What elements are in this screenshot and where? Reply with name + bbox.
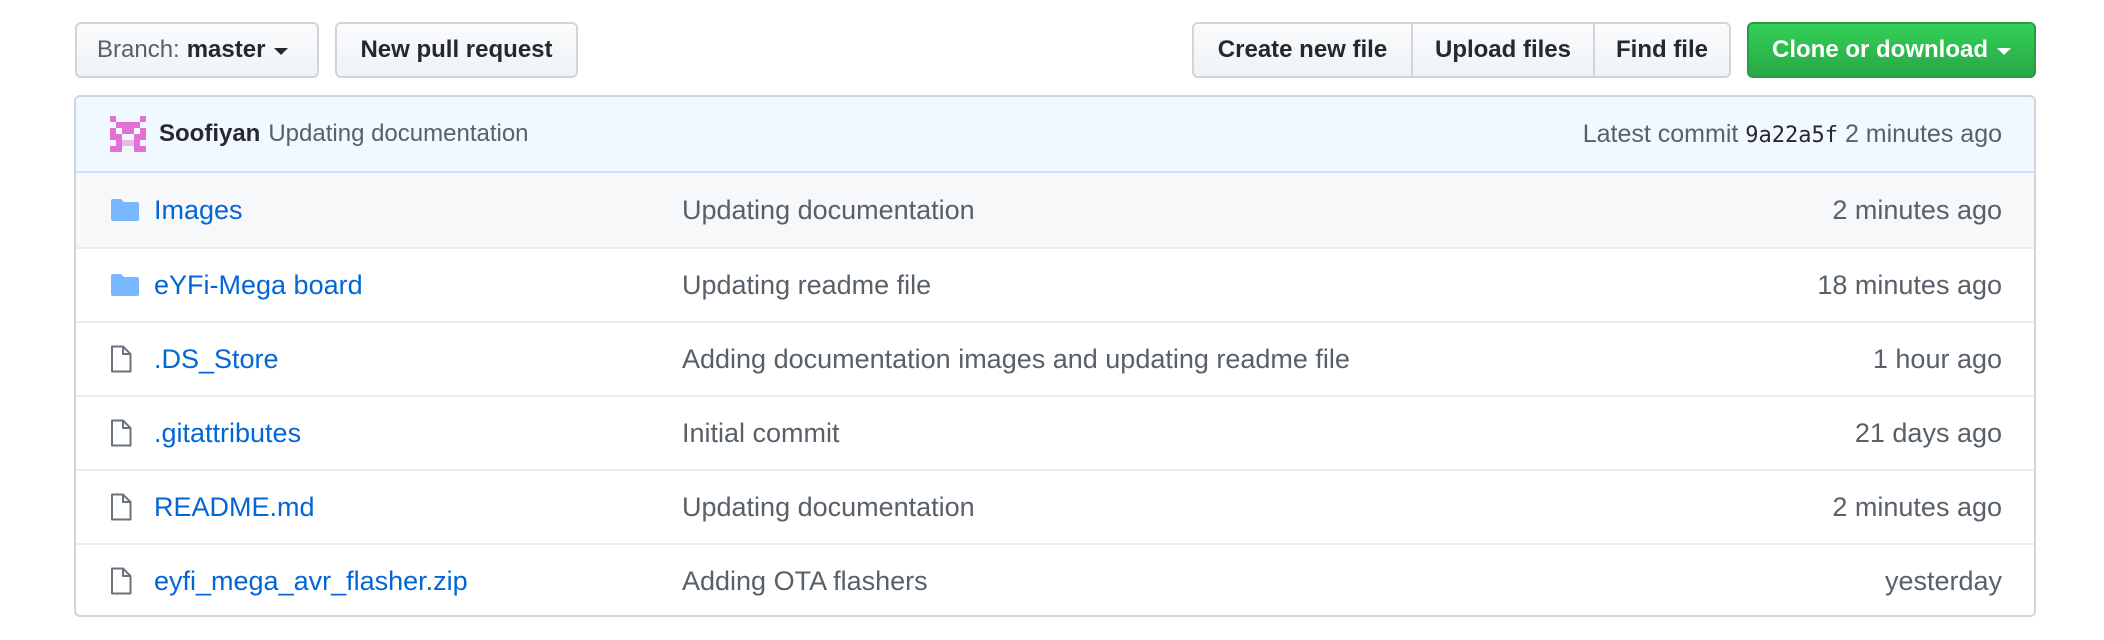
identicon-avatar[interactable]	[110, 116, 146, 152]
find-file-button[interactable]: Find file	[1593, 22, 1731, 78]
branch-name: master	[186, 36, 266, 63]
caret-down-icon	[274, 48, 289, 55]
file-age: yesterday	[1884, 565, 2002, 596]
file-table: Soofiyan Updating documentation Latest c…	[74, 95, 2036, 617]
file-age: 21 days ago	[1854, 417, 2002, 448]
folder-icon	[110, 198, 154, 222]
branch-select-button[interactable]: Branch: master	[75, 22, 319, 78]
file-row: .gitattributes Initial commit 21 days ag…	[76, 395, 2034, 469]
file-icon	[110, 567, 154, 595]
file-icon	[110, 419, 154, 447]
branch-prefix: Branch:	[97, 36, 180, 63]
create-new-file-button[interactable]: Create new file	[1192, 22, 1413, 78]
file-name-cell: eyfi_mega_avr_flasher.zip	[154, 566, 682, 597]
commit-age: 2 minutes ago	[1844, 119, 2002, 148]
file-name-cell: README.md	[154, 492, 682, 523]
file-commit-message[interactable]: Initial commit	[682, 418, 1855, 449]
file-name-link[interactable]: README.md	[154, 492, 315, 522]
file-name-cell: Images	[154, 195, 682, 226]
file-name-cell: eYFi-Mega board	[154, 270, 682, 301]
clone-or-download-label: Clone or download	[1772, 36, 1988, 63]
file-commit-message[interactable]: Updating documentation	[682, 195, 1832, 226]
folder-icon	[110, 273, 154, 297]
file-actions-group: Create new file Upload files Find file	[1192, 22, 1731, 78]
file-commit-message[interactable]: Adding OTA flashers	[682, 566, 1885, 597]
file-name-link[interactable]: .gitattributes	[154, 418, 301, 448]
file-row: Images Updating documentation 2 minutes …	[76, 173, 2034, 247]
commit-message[interactable]: Updating documentation	[268, 120, 528, 148]
file-row: eYFi-Mega board Updating readme file 18 …	[76, 247, 2034, 321]
file-name-link[interactable]: .DS_Store	[154, 344, 279, 374]
upload-files-button[interactable]: Upload files	[1411, 22, 1595, 78]
clone-or-download-button[interactable]: Clone or download	[1747, 22, 2036, 78]
file-name-link[interactable]: eyfi_mega_avr_flasher.zip	[154, 566, 468, 596]
file-row: .DS_Store Adding documentation images an…	[76, 321, 2034, 395]
file-age: 1 hour ago	[1872, 343, 2002, 374]
file-age: 2 minutes ago	[1832, 491, 2002, 522]
latest-commit-bar: Soofiyan Updating documentation Latest c…	[76, 97, 2034, 173]
file-name-link[interactable]: Images	[154, 195, 243, 225]
file-commit-message[interactable]: Updating documentation	[682, 492, 1832, 523]
repository-toolbar: Branch: master New pull request Create n…	[75, 22, 2036, 78]
file-icon	[110, 493, 154, 521]
file-name-link[interactable]: eYFi-Mega board	[154, 270, 363, 300]
file-list: Images Updating documentation 2 minutes …	[76, 173, 2034, 615]
file-row: README.md Updating documentation 2 minut…	[76, 469, 2034, 543]
commit-author[interactable]: Soofiyan	[159, 120, 260, 148]
file-age: 18 minutes ago	[1817, 269, 2002, 300]
repository-file-browser: Branch: master New pull request Create n…	[0, 0, 2104, 640]
new-pull-request-button[interactable]: New pull request	[335, 22, 578, 78]
latest-commit-label: Latest commit	[1582, 119, 1739, 148]
file-name-cell: .DS_Store	[154, 344, 682, 375]
file-icon	[110, 345, 154, 373]
commit-sha[interactable]: 9a22a5f	[1745, 123, 1838, 148]
file-commit-message[interactable]: Adding documentation images and updating…	[682, 344, 1873, 375]
file-row: eyfi_mega_avr_flasher.zip Adding OTA fla…	[76, 543, 2034, 615]
latest-commit-info: Latest commit 9a22a5f 2 minutes ago	[1583, 120, 2002, 149]
file-name-cell: .gitattributes	[154, 418, 682, 449]
caret-down-icon	[1997, 48, 2011, 55]
file-commit-message[interactable]: Updating readme file	[682, 270, 1817, 301]
file-age: 2 minutes ago	[1832, 194, 2002, 225]
